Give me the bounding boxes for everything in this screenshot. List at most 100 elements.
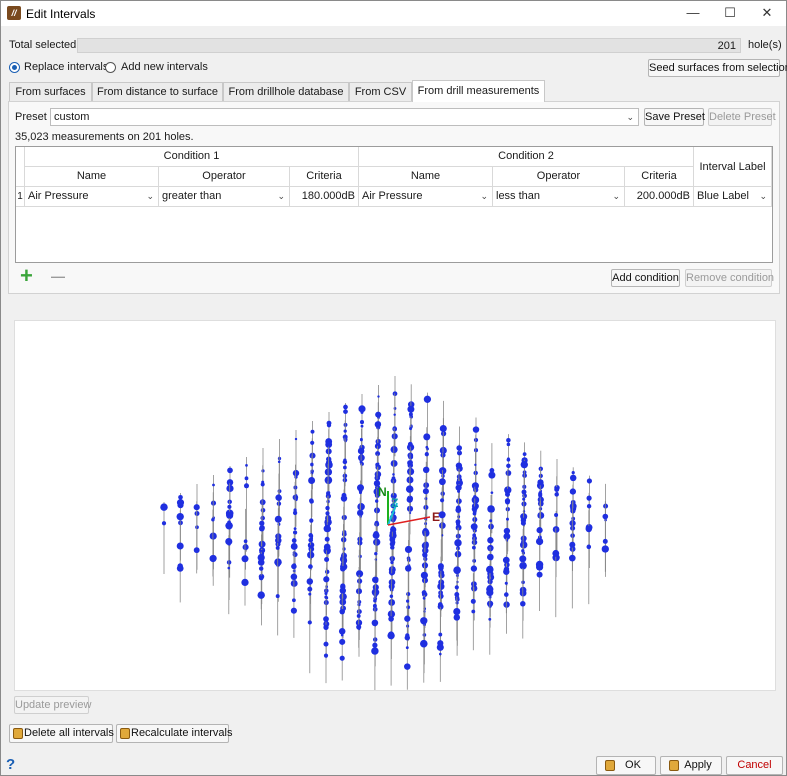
tab-from-csv[interactable]: From CSV <box>349 82 412 101</box>
database-icon <box>13 728 23 739</box>
c1-name-header: Name <box>25 167 159 187</box>
recalculate-intervals-button[interactable]: Recalculate intervals <box>116 724 233 743</box>
add-row-icon[interactable]: + <box>20 263 33 289</box>
drillhole <box>423 392 432 470</box>
total-selected-label: Total selected <box>9 39 77 51</box>
drillhole <box>404 557 412 642</box>
drillhole <box>568 519 576 609</box>
drillhole <box>275 542 280 636</box>
maximize-button[interactable]: ☐ <box>712 1 748 26</box>
apply-label: Apply <box>684 759 712 771</box>
drillhole <box>420 600 428 683</box>
interval-label-value: Blue Label <box>697 190 749 202</box>
drillhole <box>601 501 609 572</box>
remove-row-icon[interactable]: — <box>51 267 65 285</box>
condition-1-header: Condition 1 <box>25 147 359 167</box>
preview-3d-viewer[interactable]: NZ E <box>14 320 776 692</box>
c2-criteria-header: Criteria <box>625 167 694 187</box>
update-preview-button[interactable]: Update preview <box>14 696 91 714</box>
drillhole <box>504 486 511 555</box>
ok-label: OK <box>625 759 641 771</box>
row-index: 1 <box>16 187 25 207</box>
c1-name-select[interactable]: Air Pressure ⌄ <box>25 187 159 207</box>
apply-button[interactable]: Apply <box>660 756 722 775</box>
drillhole <box>306 576 314 674</box>
window-title: Edit Intervals <box>26 7 96 21</box>
seed-surfaces-button[interactable]: Seed surfaces from selection <box>648 59 787 77</box>
drillhole <box>160 502 168 574</box>
drillhole <box>357 445 365 544</box>
drillhole <box>371 592 379 692</box>
database-icon <box>120 728 130 739</box>
drillhole <box>176 510 184 603</box>
tab-from-surfaces[interactable]: From surfaces <box>9 82 92 101</box>
c1-operator-select[interactable]: greater than ⌄ <box>159 187 290 207</box>
chevron-down-icon: ⌄ <box>759 191 767 201</box>
axis-e-label: E <box>432 510 440 524</box>
c2-name-header: Name <box>359 167 493 187</box>
c1-operator-value: greater than <box>162 190 222 202</box>
c1-criteria-input[interactable]: 180.000dB <box>290 187 359 207</box>
c2-criteria-input[interactable]: 200.000dB <box>625 187 694 207</box>
drillhole <box>488 443 496 534</box>
drillhole <box>585 510 593 605</box>
tab-from-drill-measurements[interactable]: From drill measurements <box>412 80 545 102</box>
measurement-summary: 35,023 measurements on 201 holes. <box>15 131 194 143</box>
delete-preset-button[interactable]: Delete Preset <box>708 108 776 126</box>
remove-condition-button[interactable]: Remove condition <box>685 269 774 287</box>
replace-intervals-radio[interactable] <box>9 62 20 73</box>
total-selected-bar: 201 <box>77 38 741 53</box>
total-selected-unit: hole(s) <box>748 39 782 51</box>
ok-button[interactable]: OK <box>596 756 656 775</box>
recalculate-intervals-label: Recalculate intervals <box>131 727 233 739</box>
drillhole <box>552 528 560 618</box>
drillhole <box>535 519 544 611</box>
delete-all-intervals-label: Delete all intervals <box>24 727 114 739</box>
drillhole <box>243 457 250 552</box>
add-new-intervals-radio[interactable] <box>105 62 116 73</box>
app-logo-icon: // <box>7 6 21 20</box>
add-new-intervals-label[interactable]: Add new intervals <box>121 61 208 73</box>
chevron-down-icon: ⌄ <box>146 191 154 201</box>
drillhole <box>358 394 366 492</box>
c2-operator-value: less than <box>496 190 541 202</box>
table-corner <box>16 147 25 187</box>
minimize-button[interactable]: — <box>675 1 711 26</box>
axis-z-label: Z <box>391 496 398 510</box>
chevron-down-icon: ⌄ <box>480 191 488 201</box>
chevron-down-icon: ⌄ <box>612 191 620 201</box>
drillhole <box>241 543 249 606</box>
add-condition-button[interactable]: Add condition <box>611 269 680 287</box>
database-icon <box>669 760 679 771</box>
c2-name-select[interactable]: Air Pressure ⌄ <box>359 187 493 207</box>
close-button[interactable]: ✕ <box>749 1 785 26</box>
c1-operator-header: Operator <box>159 167 290 187</box>
tab-from-drillhole-database[interactable]: From drillhole database <box>223 82 349 101</box>
conditions-table[interactable]: Condition 1 Condition 2 Interval Label N… <box>15 146 773 263</box>
database-icon <box>605 760 615 771</box>
cancel-button[interactable]: Cancel <box>726 756 783 775</box>
help-icon[interactable]: ? <box>6 756 15 773</box>
edit-intervals-window: // Edit Intervals — ☐ ✕ Total selected 2… <box>0 0 787 776</box>
drillhole <box>391 393 398 454</box>
drillhole <box>323 585 329 684</box>
drillhole <box>225 535 233 615</box>
drillhole <box>290 551 298 638</box>
tab-from-distance-to-surface[interactable]: From distance to surface <box>92 82 223 101</box>
replace-intervals-label[interactable]: Replace intervals <box>24 61 108 73</box>
drillhole <box>342 437 348 498</box>
c2-operator-select[interactable]: less than ⌄ <box>493 187 625 207</box>
drillhole <box>257 551 265 610</box>
c1-name-value: Air Pressure <box>28 190 89 202</box>
c2-name-value: Air Pressure <box>362 190 423 202</box>
preset-dropdown[interactable]: custom ⌄ <box>50 108 639 126</box>
drillhole-scene[interactable]: NZ E <box>15 321 775 692</box>
save-preset-button[interactable]: Save Preset <box>644 108 705 126</box>
preset-value: custom <box>54 111 90 123</box>
delete-all-intervals-button[interactable]: Delete all intervals <box>9 724 114 743</box>
chevron-down-icon: ⌄ <box>277 191 285 201</box>
title-bar: // Edit Intervals — ☐ ✕ <box>1 1 786 26</box>
drillhole <box>453 582 461 641</box>
condition-2-header: Condition 2 <box>359 147 694 167</box>
interval-label-select[interactable]: Blue Label ⌄ <box>694 187 772 207</box>
